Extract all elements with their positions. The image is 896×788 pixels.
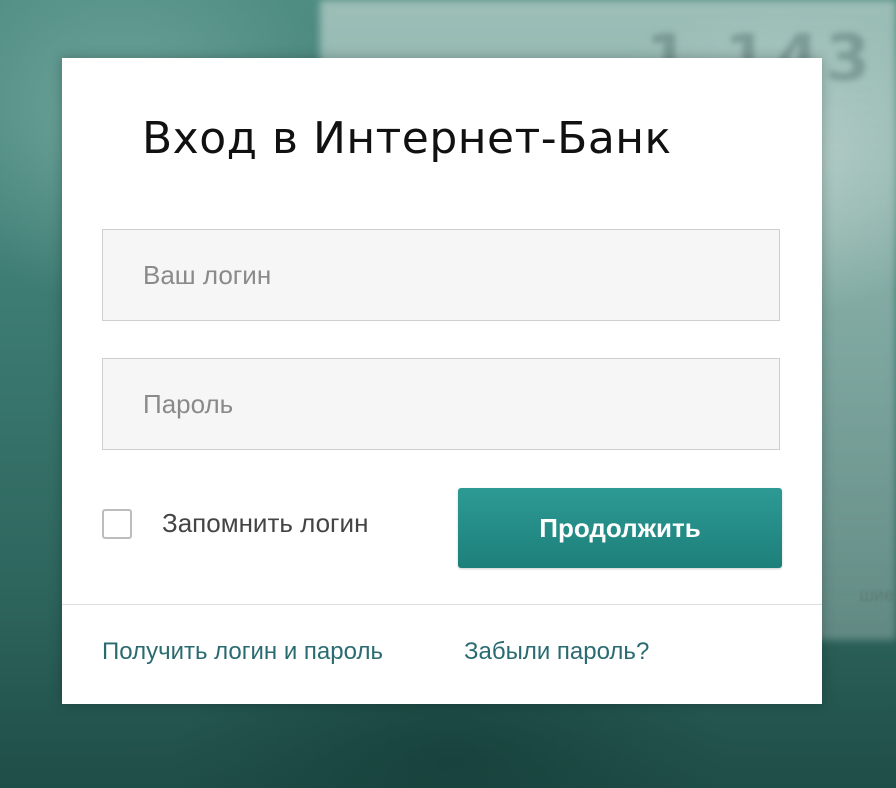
password-input[interactable] bbox=[102, 358, 780, 450]
login-card: Вход в Интернет-Банк Запомнить логин Про… bbox=[62, 58, 822, 704]
remember-login-checkbox[interactable] bbox=[102, 508, 132, 539]
login-input[interactable] bbox=[102, 229, 780, 321]
forgot-password-link[interactable]: Забыли пароль? bbox=[464, 638, 649, 666]
remember-login-label: Запомнить логин bbox=[162, 508, 369, 538]
divider bbox=[62, 604, 822, 605]
continue-button[interactable]: Продолжить bbox=[458, 488, 782, 568]
page-title: Вход в Интернет-Банк bbox=[142, 113, 672, 164]
background-side-text: шие bbox=[859, 585, 894, 605]
get-credentials-link[interactable]: Получить логин и пароль bbox=[102, 638, 383, 666]
remember-login-control[interactable]: Запомнить логин bbox=[102, 508, 368, 539]
